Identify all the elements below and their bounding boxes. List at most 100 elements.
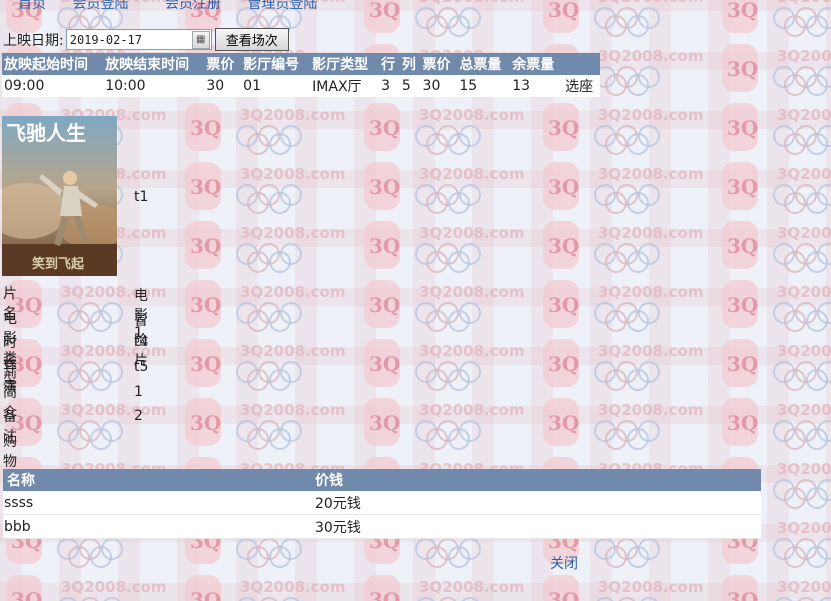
svg-text:3Q: 3Q <box>548 234 579 258</box>
watermark-rings-icon <box>236 420 302 450</box>
col-header: 票价 <box>204 53 242 75</box>
svg-text:3Q: 3Q <box>369 352 400 376</box>
cell-row: 3 <box>379 75 400 97</box>
watermark-text: 3Q2008.com <box>777 106 831 124</box>
nav-home-link[interactable]: 首页 <box>18 0 46 11</box>
watermark-text: 3Q2008.com <box>419 283 524 301</box>
watermark-text: 3Q2008.com <box>598 342 703 360</box>
nav-admin-login-link[interactable]: 管理员登陆 <box>247 0 317 11</box>
col-header: 行 <box>379 53 400 75</box>
svg-text:3Q: 3Q <box>190 293 221 317</box>
select-seat-link[interactable]: 选座 <box>563 75 600 97</box>
watermark-rings-icon <box>57 361 123 391</box>
goods-header-row: 名称 价钱 <box>3 469 761 491</box>
watermark-text: 3Q2008.com <box>419 578 524 596</box>
watermark-text: 3Q2008.com <box>777 519 831 537</box>
svg-text:3Q: 3Q <box>190 175 221 199</box>
watermark-logo-icon: 3Q <box>722 0 758 33</box>
svg-text:3Q: 3Q <box>548 588 579 601</box>
watermark-text: 3Q2008.com <box>777 283 831 301</box>
svg-text:3Q: 3Q <box>369 0 400 22</box>
watermark-logo-icon: 3Q <box>364 398 400 446</box>
col-header: 放映结束时间 <box>103 53 205 75</box>
watermark-text: 3Q2008.com <box>61 342 166 360</box>
svg-text:3Q: 3Q <box>548 411 579 435</box>
calendar-icon[interactable]: ▦ <box>191 31 210 49</box>
col-header: 总票量 <box>457 53 511 75</box>
svg-text:3Q: 3Q <box>548 352 579 376</box>
watermark-rings-icon <box>415 7 481 37</box>
watermark-text: 3Q2008.com <box>598 224 703 242</box>
watermark-rings-icon <box>773 125 831 155</box>
svg-text:3Q: 3Q <box>548 116 579 140</box>
col-header: 列 <box>399 53 421 75</box>
info-value: 1 <box>134 383 143 400</box>
watermark-rings-icon <box>415 302 481 332</box>
svg-text:3Q: 3Q <box>369 116 400 140</box>
watermark-logo-icon: 3Q <box>185 575 221 601</box>
watermark-text: 3Q2008.com <box>240 283 345 301</box>
watermark-rings-icon <box>415 243 481 273</box>
svg-text:3Q: 3Q <box>369 411 400 435</box>
svg-text:3Q: 3Q <box>548 175 579 199</box>
cell-price: 30 <box>204 75 242 97</box>
watermark-rings-icon <box>773 7 831 37</box>
cell-hall-no: 01 <box>241 75 311 97</box>
col-header-empty <box>563 53 600 75</box>
watermark-logo-icon: 3Q <box>185 398 221 446</box>
col-header: 影厅编号 <box>241 53 311 75</box>
date-search-bar: 上映日期: 2019-02-17 ▦ 查看场次 <box>3 28 289 51</box>
svg-text:3Q: 3Q <box>11 588 42 601</box>
svg-text:3Q: 3Q <box>369 293 400 317</box>
col-header: 票价 <box>420 53 458 75</box>
date-input[interactable]: 2019-02-17 ▦ <box>65 29 212 50</box>
col-header: 放映起始时间 <box>2 53 104 75</box>
watermark-text: 3Q2008.com <box>777 342 831 360</box>
watermark-rings-icon <box>415 538 481 568</box>
query-showtimes-button[interactable]: 查看场次 <box>214 28 289 51</box>
nav-member-register-link[interactable]: 会员注册 <box>165 0 221 11</box>
watermark-text: 3Q2008.com <box>777 224 831 242</box>
watermark-logo-icon: 3Q <box>543 280 579 328</box>
goods-table: 名称 价钱 ssss 20元钱 bbb 30元钱 <box>3 469 761 539</box>
watermark-text: 3Q2008.com <box>419 224 524 242</box>
nav-member-login-link[interactable]: 会员登陆 <box>72 0 128 11</box>
date-value: 2019-02-17 <box>69 32 142 47</box>
svg-text:3Q: 3Q <box>548 293 579 317</box>
watermark-rings-icon <box>773 243 831 273</box>
watermark-rings-icon <box>57 538 123 568</box>
svg-text:3Q: 3Q <box>369 175 400 199</box>
movie-extra-text: t1 <box>134 189 149 205</box>
watermark-text: 3Q2008.com <box>598 578 703 596</box>
watermark-rings-icon <box>594 125 660 155</box>
col-header-name: 名称 <box>3 469 311 491</box>
cell-ticket-price: 30 <box>420 75 458 97</box>
watermark-rings-icon <box>236 125 302 155</box>
watermark-rings-icon <box>236 184 302 214</box>
watermark-rings-icon <box>415 184 481 214</box>
watermark-logo-icon: 3Q <box>364 103 400 151</box>
watermark-rings-icon <box>773 420 831 450</box>
watermark-text: 3Q2008.com <box>61 283 166 301</box>
watermark-rings-icon <box>415 125 481 155</box>
cell-start: 09:00 <box>2 75 104 97</box>
svg-text:3Q: 3Q <box>727 411 758 435</box>
svg-text:3Q: 3Q <box>727 0 758 22</box>
watermark-text: 3Q2008.com <box>240 401 345 419</box>
watermark-rings-icon <box>594 184 660 214</box>
watermark-rings-icon <box>773 66 831 96</box>
watermark-text: 3Q2008.com <box>777 401 831 419</box>
cell-remaining: 13 <box>510 75 564 97</box>
watermark-rings-icon <box>773 302 831 332</box>
svg-text:3Q: 3Q <box>727 175 758 199</box>
svg-text:3Q: 3Q <box>190 234 221 258</box>
watermark-logo-icon: 3Q <box>722 44 758 92</box>
watermark-logo-icon: 3Q <box>543 398 579 446</box>
watermark-text: 3Q2008.com <box>419 0 524 6</box>
close-link[interactable]: 关闭 <box>550 553 578 573</box>
movie-poster: 飞驰人生 笑到飞起 <box>2 116 117 276</box>
watermark-rings-icon <box>594 420 660 450</box>
watermark-rings-icon <box>594 538 660 568</box>
svg-text:3Q: 3Q <box>727 352 758 376</box>
svg-text:3Q: 3Q <box>190 352 221 376</box>
